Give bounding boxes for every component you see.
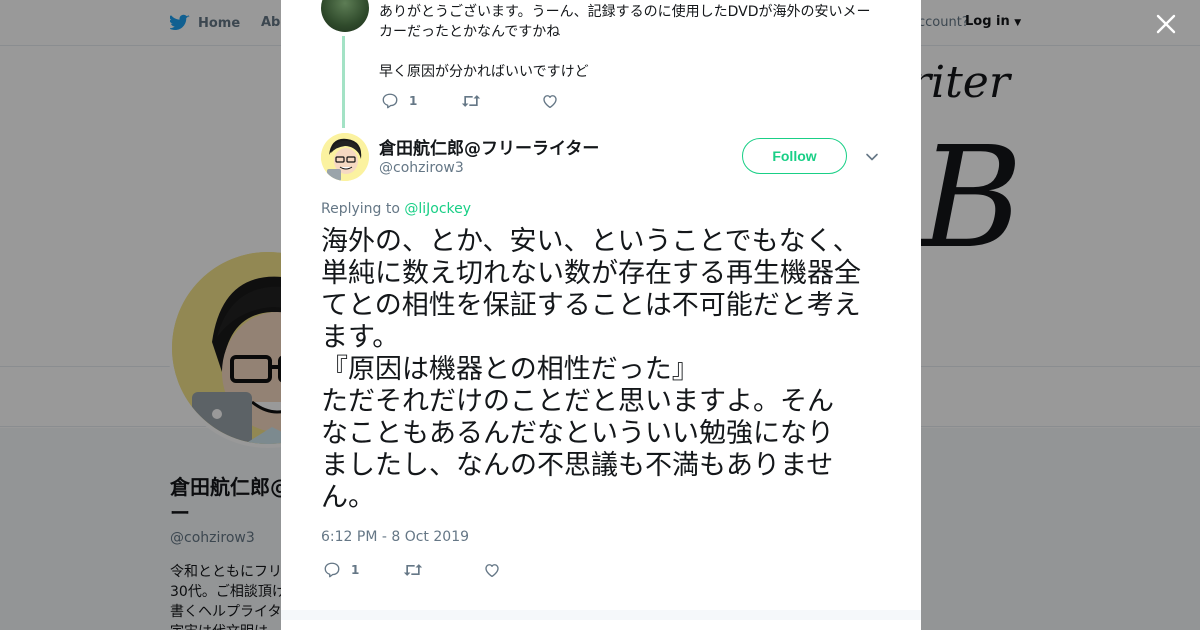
- tweet-permalink-modal: ありがとうございます。うーん、記録するのに使用したDVDが海外の安いメー カーだ…: [281, 0, 921, 630]
- tweet-text-line: 海外の、とか、安い、ということでもなく、: [321, 226, 860, 257]
- retweet-icon: [403, 564, 423, 576]
- previous-tweet-text: ありがとうございます。うーん、記録するのに使用したDVDが海外の安いメー カーだ…: [379, 2, 879, 82]
- thread-connector-line: [342, 36, 345, 128]
- like-button[interactable]: [541, 92, 559, 110]
- previous-tweet-actions: 1: [381, 92, 559, 110]
- previous-tweet-line: 早く原因が分かればいいですけど: [379, 64, 589, 80]
- heart-icon: [485, 564, 499, 578]
- reply-icon: [382, 93, 398, 109]
- previous-tweet-line: カーだったとかなんですかね: [379, 24, 561, 40]
- close-button[interactable]: [1152, 10, 1180, 38]
- follow-button[interactable]: Follow: [742, 138, 847, 174]
- tweet-text-line: ん。: [321, 482, 375, 513]
- retweet-icon: [461, 95, 481, 107]
- tweet-timestamp[interactable]: 6:12 PM - 8 Oct 2019: [321, 529, 469, 545]
- replying-to-mention[interactable]: @liJockey: [404, 201, 471, 217]
- modal-footer-divider: [281, 610, 921, 620]
- previous-tweet-line: ありがとうございます。うーん、記録するのに使用したDVDが海外の安いメー: [379, 4, 871, 20]
- like-button[interactable]: [483, 561, 501, 579]
- reply-count: 1: [351, 563, 360, 577]
- tweet-text-line: 単純に数え切れない数が存在する再生機器全: [321, 258, 861, 289]
- tweet-text-line: てとの相性を保証することは不可能だと考え: [321, 290, 861, 321]
- reply-button[interactable]: 1: [323, 561, 403, 579]
- tweet-author-avatar[interactable]: [321, 133, 369, 181]
- reply-icon: [324, 562, 340, 578]
- tweet-author-handle[interactable]: @cohzirow3: [379, 160, 464, 176]
- tweet-text-line: なこともあるんだなといういい勉強になり: [321, 418, 834, 449]
- replying-to: Replying to @liJockey: [321, 201, 471, 217]
- tweet-text: 海外の、とか、安い、ということでもなく、 単純に数え切れない数が存在する再生機器…: [321, 226, 886, 514]
- tweet-text-line: 『原因は機器との相性だった』: [321, 354, 699, 385]
- tweet-text-line: ただそれだけのことだと思いますよ。そん: [321, 386, 834, 417]
- reply-count: 1: [409, 94, 418, 108]
- chevron-down-icon[interactable]: [864, 149, 880, 165]
- close-icon: [1156, 14, 1176, 34]
- heart-icon: [543, 95, 557, 109]
- tweet-text-line: ます。: [321, 322, 400, 353]
- previous-tweet-avatar[interactable]: [321, 0, 369, 32]
- reply-button[interactable]: 1: [381, 92, 461, 110]
- tweet-actions: 1: [323, 561, 501, 579]
- tweet-author-name[interactable]: 倉田航仁郎@フリーライター: [379, 134, 599, 159]
- replying-to-prefix: Replying to: [321, 201, 400, 217]
- retweet-button[interactable]: [403, 561, 483, 579]
- cartoon-avatar-icon: [321, 133, 369, 181]
- tweet-text-line: ましたし、なんの不思議も不満もありませ: [321, 450, 834, 481]
- retweet-button[interactable]: [461, 92, 541, 110]
